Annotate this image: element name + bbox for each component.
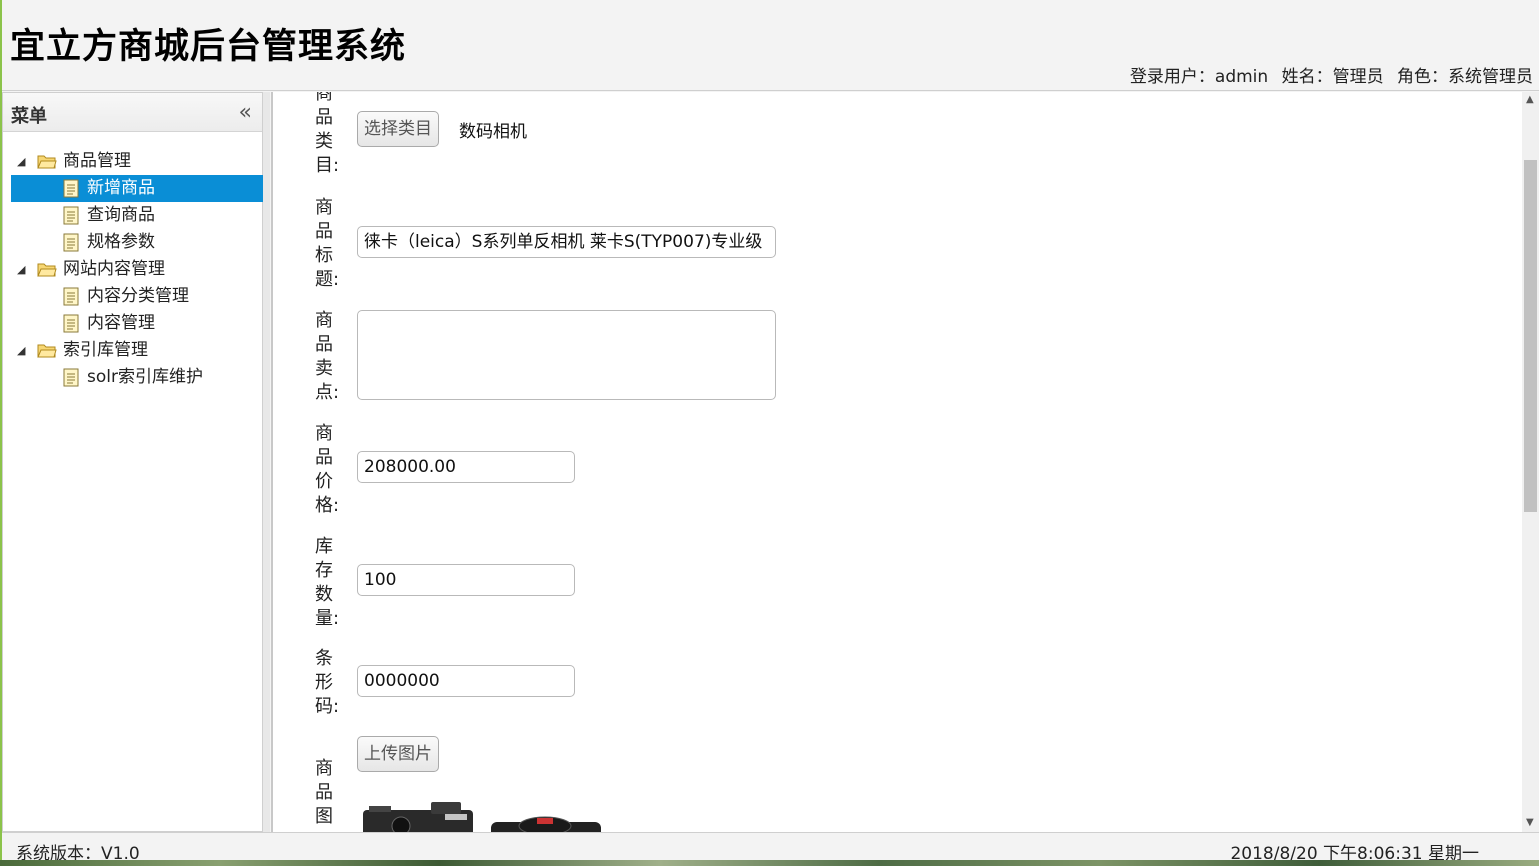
upload-image-button[interactable]: 上传图片 (357, 736, 439, 772)
sidebar-menu: 菜单 « ◢ 商品管理 新增商品 查询商品 规格参数 ◢ 网站内容管理 内容分类… (2, 92, 263, 832)
image-label: 商品图 (315, 758, 333, 827)
scroll-down-arrow-icon[interactable]: ▼ (1526, 817, 1534, 828)
scroll-up-arrow-icon[interactable]: ▲ (1526, 94, 1534, 105)
tree-item-spec-params[interactable]: 规格参数 (11, 229, 263, 256)
folder-open-icon (37, 263, 57, 277)
tree-item-label: 规格参数 (87, 232, 155, 252)
tree-item-label: 内容分类管理 (87, 286, 189, 306)
folder-open-icon (37, 344, 57, 358)
expand-arrow-icon[interactable]: ◢ (17, 148, 25, 175)
tree-item-label: 新增商品 (87, 178, 155, 198)
tree-item-content-manage[interactable]: 内容管理 (11, 310, 263, 337)
tree-group-label: 网站内容管理 (63, 259, 165, 279)
product-image-thumbnail[interactable] (489, 816, 603, 832)
tree-item-add-product[interactable]: 新增商品 (11, 175, 263, 202)
sell-point-textarea[interactable] (357, 310, 776, 400)
sidebar-title: 菜单 (11, 106, 47, 127)
tree-group-label: 索引库管理 (63, 340, 148, 360)
tree-item-label: 内容管理 (87, 313, 155, 333)
app-title: 宜立方商城后台管理系统 (10, 27, 407, 67)
tree-item-solr-maintain[interactable]: solr索引库维护 (11, 364, 263, 391)
category-value: 数码相机 (459, 122, 527, 142)
tree-group-site-content[interactable]: ◢ 网站内容管理 (11, 256, 263, 283)
desktop-background-strip (0, 860, 1539, 866)
price-input[interactable]: 208000.00 (357, 451, 575, 483)
tree-item-label: solr索引库维护 (87, 367, 203, 387)
title-input[interactable]: 徕卡（leica）S系列单反相机 莱卡S(TYP007)专业级 (357, 226, 776, 258)
document-icon (63, 206, 79, 225)
price-label: 商品价格: (315, 423, 340, 516)
stock-input[interactable]: 100 (357, 564, 575, 596)
category-label: 商品类目: (315, 92, 340, 176)
tree-group-product[interactable]: ◢ 商品管理 (11, 148, 263, 175)
menu-tree: ◢ 商品管理 新增商品 查询商品 规格参数 ◢ 网站内容管理 内容分类管理 内容… (11, 148, 263, 391)
user-info: 登录用户：admin 姓名：管理员 角色：系统管理员 (1122, 62, 1533, 87)
top-header: 宜立方商城后台管理系统 登录用户：admin 姓名：管理员 角色：系统管理员 (2, 0, 1539, 91)
layout-splitter[interactable] (263, 92, 270, 832)
status-footer: 系统版本：V1.0 2018/8/20 下午8:06:31 星期一 (2, 832, 1539, 864)
title-label: 商品标题: (315, 197, 340, 290)
tree-item-label: 查询商品 (87, 205, 155, 225)
barcode-input[interactable]: 0000000 (357, 665, 575, 697)
tree-item-content-category[interactable]: 内容分类管理 (11, 283, 263, 310)
product-image-thumbnail[interactable] (361, 800, 477, 832)
document-icon (63, 179, 79, 198)
scroll-thumb[interactable] (1524, 160, 1537, 512)
user-name: 姓名：管理员 (1281, 67, 1384, 87)
add-product-form: 商品类目: 选择类目 数码相机 商品标题: 徕卡（leica）S系列单反相机 莱… (271, 92, 1539, 832)
tree-group-label: 商品管理 (63, 151, 131, 171)
barcode-label: 条形码: (315, 648, 340, 717)
folder-open-icon (37, 155, 57, 169)
document-icon (63, 287, 79, 306)
stock-label: 库存数量: (315, 536, 340, 629)
user-role: 角色：系统管理员 (1397, 67, 1533, 87)
tree-item-query-product[interactable]: 查询商品 (11, 202, 263, 229)
expand-arrow-icon[interactable]: ◢ (17, 337, 25, 364)
login-user: 登录用户：admin (1129, 67, 1269, 87)
document-icon (63, 314, 79, 333)
document-icon (63, 368, 79, 387)
document-icon (63, 233, 79, 252)
choose-category-button[interactable]: 选择类目 (357, 111, 439, 147)
tree-group-index[interactable]: ◢ 索引库管理 (11, 337, 263, 364)
collapse-double-chevron-icon[interactable]: « (239, 100, 252, 125)
sell-point-label: 商品卖点: (315, 310, 340, 403)
sidebar-header: 菜单 « (3, 93, 262, 132)
expand-arrow-icon[interactable]: ◢ (17, 256, 25, 283)
main-scrollbar[interactable]: ▲ ▼ (1522, 92, 1539, 832)
